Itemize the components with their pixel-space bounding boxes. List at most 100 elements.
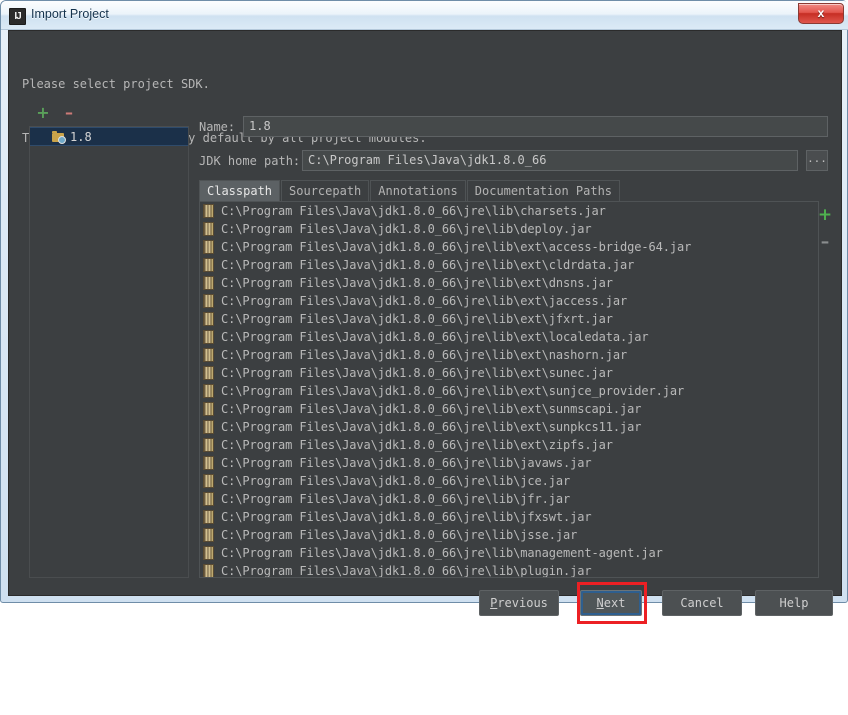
- tab-documentation-paths[interactable]: Documentation Paths: [466, 180, 621, 201]
- classpath-entry-path: C:\Program Files\Java\jdk1.8.0_66\jre\li…: [221, 258, 635, 272]
- tab-sourcepath[interactable]: Sourcepath: [281, 180, 370, 201]
- jar-file-icon: [203, 294, 214, 308]
- minus-icon: –: [65, 103, 73, 122]
- add-classpath-entry-button[interactable]: +: [817, 207, 833, 224]
- path-tabs: Classpath Sourcepath Annotations Documen…: [199, 180, 829, 201]
- browse-jdk-home-button[interactable]: ...: [806, 150, 828, 171]
- jar-file-icon: [203, 438, 214, 452]
- classpath-row[interactable]: C:\Program Files\Java\jdk1.8.0_66\jre\li…: [200, 310, 802, 328]
- classpath-scrollbar-track[interactable]: [806, 202, 818, 577]
- classpath-row[interactable]: C:\Program Files\Java\jdk1.8.0_66\jre\li…: [200, 346, 802, 364]
- jar-file-icon: [203, 312, 214, 326]
- cancel-button[interactable]: Cancel: [662, 590, 742, 616]
- tab-annotations[interactable]: Annotations: [370, 180, 466, 201]
- next-button-mnemonic: N: [596, 596, 604, 610]
- classpath-row[interactable]: C:\Program Files\Java\jdk1.8.0_66\jre\li…: [200, 274, 802, 292]
- classpath-entry-path: C:\Program Files\Java\jdk1.8.0_66\jre\li…: [221, 546, 663, 560]
- sdk-list-item-label: 1.8: [70, 130, 92, 144]
- classpath-row[interactable]: C:\Program Files\Java\jdk1.8.0_66\jre\li…: [200, 418, 802, 436]
- jar-file-icon: [203, 456, 214, 470]
- jar-file-icon: [203, 546, 214, 560]
- classpath-entry-path: C:\Program Files\Java\jdk1.8.0_66\jre\li…: [221, 366, 613, 380]
- jdk-folder-icon: [52, 131, 66, 144]
- classpath-entry-path: C:\Program Files\Java\jdk1.8.0_66\jre\li…: [221, 510, 592, 524]
- import-project-window: IJ Import Project x Please select projec…: [0, 0, 848, 624]
- classpath-row[interactable]: C:\Program Files\Java\jdk1.8.0_66\jre\li…: [200, 454, 802, 472]
- next-button-label: ext: [603, 596, 626, 610]
- classpath-row[interactable]: C:\Program Files\Java\jdk1.8.0_66\jre\li…: [200, 508, 802, 526]
- sdk-list-item-1.8[interactable]: 1.8: [30, 127, 188, 146]
- classpath-entry-path: C:\Program Files\Java\jdk1.8.0_66\jre\li…: [221, 294, 628, 308]
- classpath-entry-path: C:\Program Files\Java\jdk1.8.0_66\jre\li…: [221, 312, 613, 326]
- classpath-row[interactable]: C:\Program Files\Java\jdk1.8.0_66\jre\li…: [200, 220, 802, 238]
- intellij-idea-icon: IJ: [9, 8, 26, 25]
- classpath-row[interactable]: C:\Program Files\Java\jdk1.8.0_66\jre\li…: [200, 292, 802, 310]
- tab-documentation-paths-label: Documentation Paths: [474, 184, 613, 198]
- tab-classpath[interactable]: Classpath: [199, 180, 281, 201]
- add-sdk-button[interactable]: +: [33, 103, 53, 123]
- tab-classpath-label: Classpath: [207, 184, 273, 198]
- jar-file-icon: [203, 240, 214, 254]
- jar-file-icon: [203, 258, 214, 272]
- previous-button[interactable]: Previous: [479, 590, 559, 616]
- jar-file-icon: [203, 384, 214, 398]
- classpath-entry-path: C:\Program Files\Java\jdk1.8.0_66\jre\li…: [221, 492, 571, 506]
- classpath-row[interactable]: C:\Program Files\Java\jdk1.8.0_66\jre\li…: [200, 472, 802, 490]
- classpath-row[interactable]: C:\Program Files\Java\jdk1.8.0_66\jre\li…: [200, 526, 802, 544]
- classpath-entry-path: C:\Program Files\Java\jdk1.8.0_66\jre\li…: [221, 456, 592, 470]
- classpath-list-panel[interactable]: C:\Program Files\Java\jdk1.8.0_66\jre\li…: [199, 201, 819, 578]
- previous-button-label: revious: [497, 596, 548, 610]
- sdk-list[interactable]: 1.8: [29, 126, 189, 578]
- help-button[interactable]: Help: [755, 590, 833, 616]
- jar-file-icon: [203, 528, 214, 542]
- next-button[interactable]: Next: [580, 590, 642, 616]
- jdk-home-path-input[interactable]: C:\Program Files\Java\jdk1.8.0_66: [302, 150, 798, 171]
- classpath-row[interactable]: C:\Program Files\Java\jdk1.8.0_66\jre\li…: [200, 256, 802, 274]
- classpath-row[interactable]: C:\Program Files\Java\jdk1.8.0_66\jre\li…: [200, 400, 802, 418]
- name-label: Name:: [199, 120, 236, 134]
- classpath-row[interactable]: C:\Program Files\Java\jdk1.8.0_66\jre\li…: [200, 328, 802, 346]
- jdk-home-path-label: JDK home path:: [199, 154, 301, 168]
- classpath-entry-path: C:\Program Files\Java\jdk1.8.0_66\jre\li…: [221, 474, 571, 488]
- classpath-entry-path: C:\Program Files\Java\jdk1.8.0_66\jre\li…: [221, 564, 592, 578]
- classpath-row[interactable]: C:\Program Files\Java\jdk1.8.0_66\jre\li…: [200, 364, 802, 382]
- jar-file-icon: [203, 204, 214, 218]
- classpath-row[interactable]: C:\Program Files\Java\jdk1.8.0_66\jre\li…: [200, 562, 802, 578]
- classpath-row[interactable]: C:\Program Files\Java\jdk1.8.0_66\jre\li…: [200, 436, 802, 454]
- jar-file-icon: [203, 492, 214, 506]
- classpath-entry-path: C:\Program Files\Java\jdk1.8.0_66\jre\li…: [221, 420, 642, 434]
- remove-classpath-entry-button[interactable]: –: [817, 234, 833, 251]
- classpath-entry-path: C:\Program Files\Java\jdk1.8.0_66\jre\li…: [221, 528, 578, 542]
- classpath-entry-path: C:\Program Files\Java\jdk1.8.0_66\jre\li…: [221, 330, 649, 344]
- close-icon[interactable]: x: [798, 3, 844, 24]
- classpath-row[interactable]: C:\Program Files\Java\jdk1.8.0_66\jre\li…: [200, 382, 802, 400]
- name-input[interactable]: 1.8: [243, 116, 828, 137]
- classpath-row[interactable]: C:\Program Files\Java\jdk1.8.0_66\jre\li…: [200, 238, 802, 256]
- jar-file-icon: [203, 222, 214, 236]
- classpath-entry-path: C:\Program Files\Java\jdk1.8.0_66\jre\li…: [221, 402, 642, 416]
- classpath-entry-path: C:\Program Files\Java\jdk1.8.0_66\jre\li…: [221, 222, 592, 236]
- classpath-row[interactable]: C:\Program Files\Java\jdk1.8.0_66\jre\li…: [200, 202, 802, 220]
- classpath-list: C:\Program Files\Java\jdk1.8.0_66\jre\li…: [200, 202, 802, 578]
- plus-icon: +: [36, 103, 50, 122]
- classpath-entry-path: C:\Program Files\Java\jdk1.8.0_66\jre\li…: [221, 276, 613, 290]
- window-title: Import Project: [31, 7, 109, 21]
- jar-file-icon: [203, 330, 214, 344]
- window-titlebar: IJ Import Project x: [1, 1, 848, 30]
- sdk-list-toolbar: + –: [29, 103, 189, 123]
- jar-file-icon: [203, 276, 214, 290]
- classpath-entry-path: C:\Program Files\Java\jdk1.8.0_66\jre\li…: [221, 384, 685, 398]
- jar-file-icon: [203, 474, 214, 488]
- classpath-row[interactable]: C:\Program Files\Java\jdk1.8.0_66\jre\li…: [200, 490, 802, 508]
- jar-file-icon: [203, 402, 214, 416]
- remove-sdk-button[interactable]: –: [59, 103, 79, 123]
- jar-file-icon: [203, 510, 214, 524]
- dialog-content: Please select project SDK. This SDK will…: [8, 30, 842, 624]
- sdk-prompt-line-1: Please select project SDK.: [22, 77, 210, 91]
- jar-file-icon: [203, 348, 214, 362]
- jar-file-icon: [203, 366, 214, 380]
- jar-file-icon: [203, 564, 214, 577]
- classpath-row[interactable]: C:\Program Files\Java\jdk1.8.0_66\jre\li…: [200, 544, 802, 562]
- tab-annotations-label: Annotations: [378, 184, 458, 198]
- classpath-entry-path: C:\Program Files\Java\jdk1.8.0_66\jre\li…: [221, 438, 613, 452]
